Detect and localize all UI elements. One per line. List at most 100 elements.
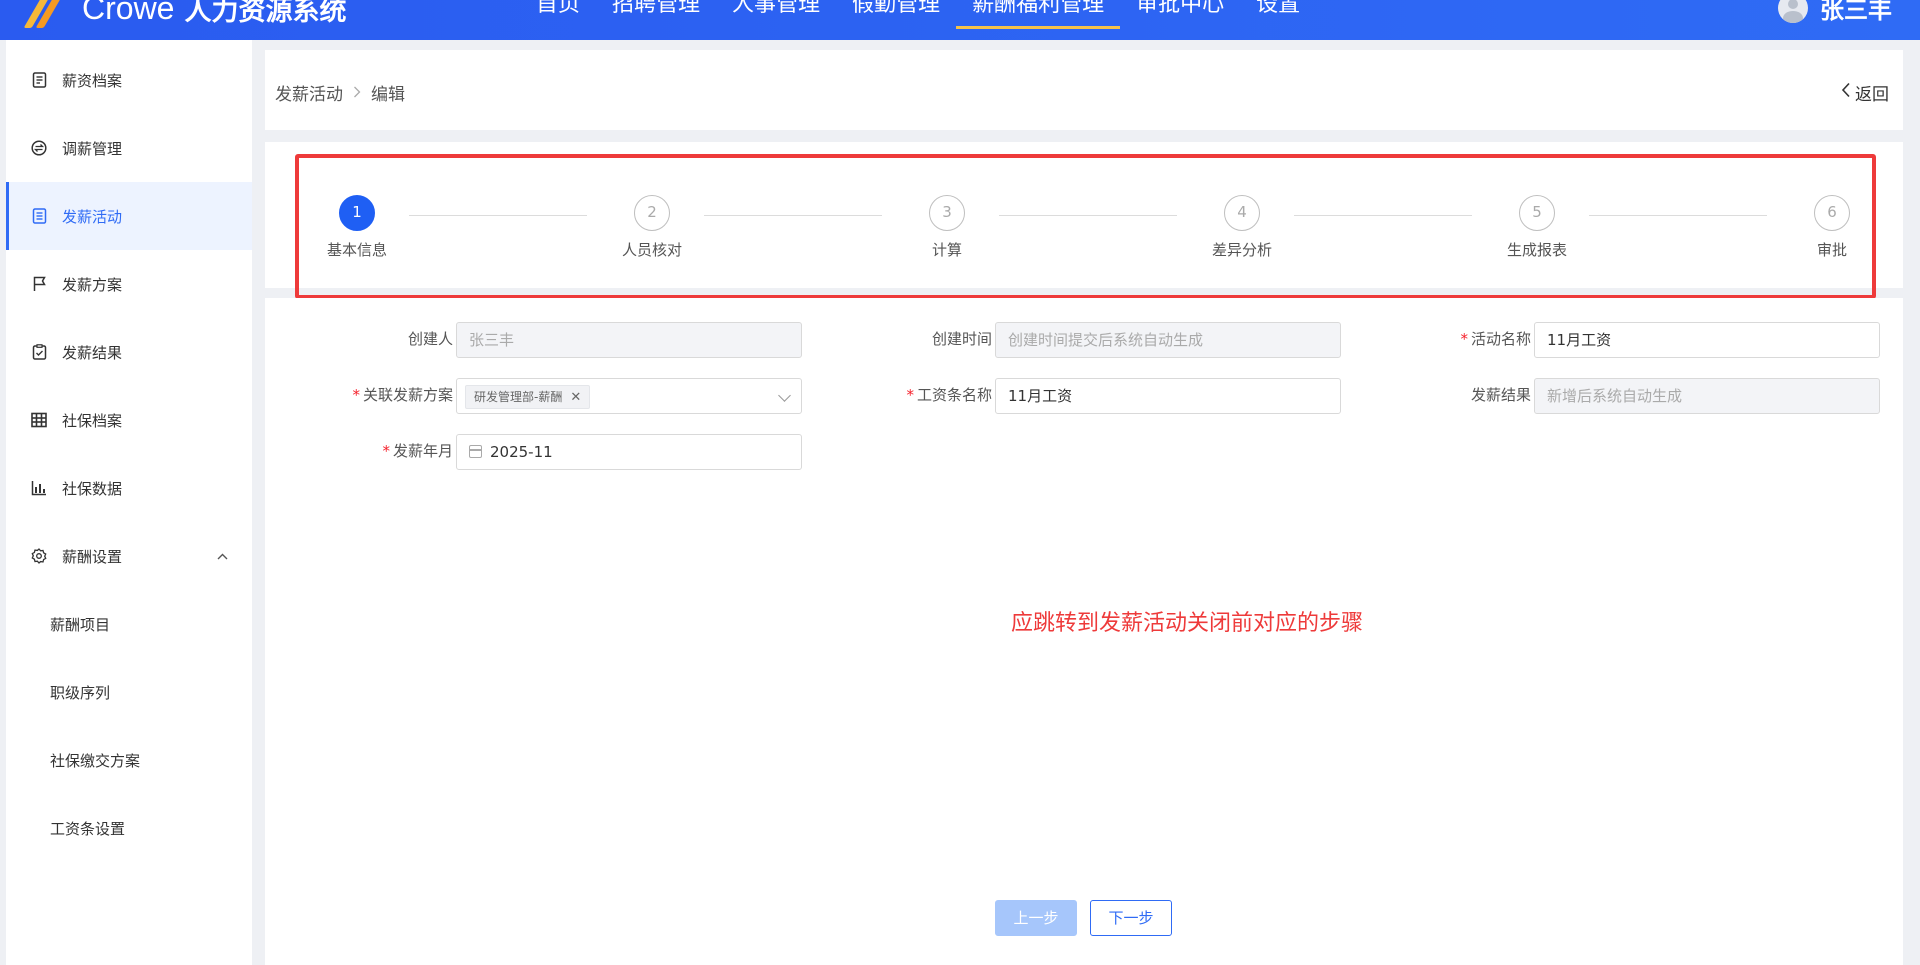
step-number: 3 <box>929 195 965 231</box>
sidebar-item-label: 薪酬设置 <box>62 547 123 566</box>
sidebar-item-label: 社保缴交方案 <box>50 751 141 770</box>
step-connector <box>409 215 587 216</box>
sidebar-item-label: 发薪结果 <box>62 343 123 362</box>
sidebar-item-label: 发薪方案 <box>62 275 123 294</box>
sidebar-item-social-data[interactable]: 社保数据 <box>6 454 252 522</box>
previous-step-button[interactable]: 上一步 <box>995 900 1077 936</box>
clipboard-check-icon <box>30 343 48 361</box>
logo[interactable]: Crowe 人力资源系统 <box>23 0 347 28</box>
sidebar-item-compensation-items[interactable]: 薪酬项目 <box>6 590 252 658</box>
flag-icon <box>30 275 48 293</box>
brand-name: Crowe <box>82 0 175 26</box>
step-number: 6 <box>1814 195 1850 231</box>
sidebar-item-social-archive[interactable]: 社保档案 <box>6 386 252 454</box>
breadcrumb: 发薪活动 编辑 <box>275 80 405 105</box>
user-menu[interactable]: 张三丰 <box>1778 0 1892 25</box>
sidebar-item-label: 调薪管理 <box>62 139 123 158</box>
breadcrumb-panel: 发薪活动 编辑 返回 <box>265 50 1903 130</box>
payslip-name-label: * 工资条名称 <box>906 386 992 404</box>
step-label: 计算 <box>931 241 962 259</box>
nav-recruitment[interactable]: 招聘管理 <box>596 0 716 40</box>
chevron-left-icon <box>1841 82 1851 103</box>
top-navigation-bar: Crowe 人力资源系统 首页 招聘管理 人事管理 假勤管理 薪酬福利管理 审批… <box>0 0 1920 40</box>
step-basic-info[interactable]: 1 基本信息 <box>297 195 417 260</box>
step-label: 人员核对 <box>621 241 682 259</box>
creator-label: 创建人 <box>407 330 453 348</box>
chevron-down-icon <box>778 389 791 402</box>
step-staff-check[interactable]: 2 人员核对 <box>592 195 712 260</box>
gear-icon <box>30 547 48 565</box>
bar-chart-icon <box>30 479 48 497</box>
system-name: 人力资源系统 <box>184 0 347 27</box>
payroll-plan-label: * 关联发薪方案 <box>352 386 453 404</box>
step-connector <box>1294 215 1472 216</box>
sidebar-item-label: 发薪活动 <box>62 207 123 226</box>
payroll-result-field[interactable]: 新增后系统自动生成 <box>1534 378 1880 414</box>
step-calculation[interactable]: 3 计算 <box>887 195 1007 260</box>
step-connector <box>704 215 882 216</box>
back-label: 返回 <box>1855 85 1889 105</box>
payslip-name-input[interactable]: 11月工资 <box>995 378 1341 414</box>
step-variance-analysis[interactable]: 4 差异分析 <box>1182 195 1302 260</box>
chevron-up-icon <box>217 549 228 564</box>
created-time-field[interactable]: 创建时间提交后系统自动生成 <box>995 322 1341 358</box>
sidebar-item-social-payment-plan[interactable]: 社保缴交方案 <box>6 726 252 794</box>
step-number: 1 <box>339 195 375 231</box>
step-connector <box>1589 215 1767 216</box>
created-time-label: 创建时间 <box>931 330 992 348</box>
sidebar-item-salary-archive[interactable]: 薪资档案 <box>6 46 252 114</box>
grid-icon <box>30 411 48 429</box>
payroll-plan-select[interactable]: 研发管理部-薪酬 ✕ <box>456 378 802 414</box>
pay-month-label: * 发薪年月 <box>382 442 453 460</box>
next-step-button[interactable]: 下一步 <box>1090 900 1172 936</box>
step-number: 4 <box>1224 195 1260 231</box>
user-name: 张三丰 <box>1820 0 1892 24</box>
sidebar: 薪资档案 调薪管理 发薪活动 发薪方案 发薪结果 社保档案 社保数据 薪酬设置 … <box>6 40 252 965</box>
sidebar-item-payroll-activity[interactable]: 发薪活动 <box>6 182 252 250</box>
step-label: 审批 <box>1816 241 1847 259</box>
nav-settings[interactable]: 设置 <box>1240 0 1316 40</box>
pay-month-picker[interactable]: 2025-11 <box>456 434 802 470</box>
payroll-result-label: 发薪结果 <box>1470 386 1531 404</box>
nav-compensation[interactable]: 薪酬福利管理 <box>956 0 1121 40</box>
step-label: 生成报表 <box>1506 241 1567 259</box>
crowe-logo-icon <box>23 0 72 28</box>
step-label: 差异分析 <box>1211 241 1272 259</box>
main-nav: 首页 招聘管理 人事管理 假勤管理 薪酬福利管理 审批中心 设置 <box>520 0 1316 40</box>
steps-highlight-box: 1 基本信息 2 人员核对 3 计算 4 差异分析 5 生成报表 6 审批 <box>295 154 1876 299</box>
activity-name-input[interactable]: 11月工资 <box>1534 322 1880 358</box>
sidebar-item-label: 薪资档案 <box>62 71 123 90</box>
nav-attendance[interactable]: 假勤管理 <box>836 0 956 40</box>
step-label: 基本信息 <box>326 241 387 259</box>
close-icon[interactable]: ✕ <box>570 390 581 405</box>
activity-name-label: * 活动名称 <box>1460 330 1531 348</box>
sidebar-item-label: 薪酬项目 <box>50 615 111 634</box>
nav-home[interactable]: 首页 <box>520 0 596 40</box>
exchange-icon <box>30 139 48 157</box>
sidebar-item-label: 工资条设置 <box>50 819 126 838</box>
step-generate-report[interactable]: 5 生成报表 <box>1477 195 1597 260</box>
step-number: 2 <box>634 195 670 231</box>
selected-plan-tag: 研发管理部-薪酬 ✕ <box>465 384 591 409</box>
sidebar-item-payroll-plan[interactable]: 发薪方案 <box>6 250 252 318</box>
sidebar-item-job-levels[interactable]: 职级序列 <box>6 658 252 726</box>
annotation-note: 应跳转到发薪活动关闭前对应的步骤 <box>1011 611 1364 636</box>
sidebar-item-label: 职级序列 <box>50 683 111 702</box>
sidebar-item-payslip-settings[interactable]: 工资条设置 <box>6 794 252 862</box>
back-button[interactable]: 返回 <box>1841 80 1889 105</box>
step-approval[interactable]: 6 审批 <box>1772 195 1892 260</box>
nav-personnel[interactable]: 人事管理 <box>716 0 836 40</box>
document-icon <box>30 207 48 225</box>
breadcrumb-parent[interactable]: 发薪活动 <box>275 80 343 105</box>
sidebar-item-compensation-settings[interactable]: 薪酬设置 <box>6 522 252 590</box>
sidebar-item-salary-adjustment[interactable]: 调薪管理 <box>6 114 252 182</box>
sidebar-item-payroll-result[interactable]: 发薪结果 <box>6 318 252 386</box>
sidebar-item-label: 社保数据 <box>62 479 123 498</box>
nav-approval[interactable]: 审批中心 <box>1120 0 1240 40</box>
avatar <box>1778 0 1808 23</box>
chevron-right-icon <box>353 83 361 102</box>
steps-panel: 1 基本信息 2 人员核对 3 计算 4 差异分析 5 生成报表 6 审批 <box>265 142 1903 299</box>
breadcrumb-current: 编辑 <box>371 85 405 105</box>
calendar-icon <box>469 445 482 458</box>
creator-field[interactable]: 张三丰 <box>456 322 802 358</box>
